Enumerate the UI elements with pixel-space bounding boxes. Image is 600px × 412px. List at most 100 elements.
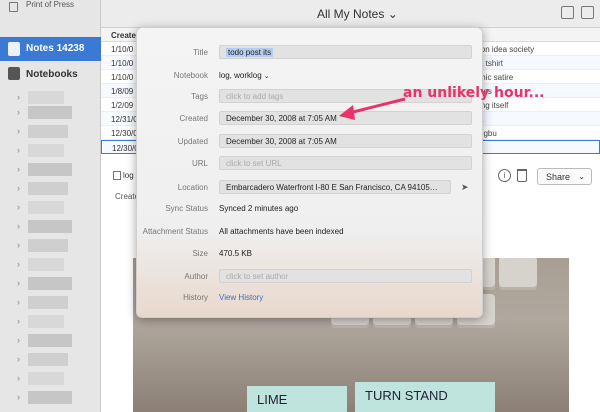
notebook-tag[interactable]: log (113, 171, 134, 180)
obscured-notebook-name[interactable] (28, 91, 64, 104)
row-created-date: 12/30/0 (111, 129, 138, 138)
sidebar-notebooks-label: Notebooks (26, 69, 78, 80)
sync-status-value: Synced 2 minutes ago (219, 204, 299, 213)
row-created-date: 12/30/0 (112, 144, 139, 153)
obscured-notebook-name[interactable] (28, 125, 68, 138)
photo-key (499, 258, 537, 290)
notebook-icon (113, 171, 121, 180)
chevron-right-icon[interactable]: › (17, 240, 20, 250)
view-title-label: All My Notes (317, 7, 385, 21)
obscured-notebook-name[interactable] (28, 315, 64, 328)
title-field[interactable]: todo post its (219, 45, 472, 59)
toolbar: All My Notes ⌄ (101, 0, 600, 28)
chevron-right-icon[interactable]: › (17, 221, 20, 231)
share-button[interactable]: Share ⌄ (537, 168, 592, 185)
sticky-note: TURN STAND (355, 382, 495, 412)
annotation-arrow (339, 97, 406, 120)
row-created-date: 1/2/09 (111, 101, 134, 110)
notebook-label: Notebook (173, 71, 208, 80)
sticky-note: LIME (247, 386, 347, 412)
info-icon[interactable]: i (498, 169, 511, 182)
chevron-right-icon[interactable]: › (17, 278, 20, 288)
location-label: Location (177, 183, 208, 192)
location-arrow-icon[interactable]: ➤ (461, 182, 469, 193)
sync-status-label: Sync Status (165, 204, 208, 213)
chevron-right-icon[interactable]: › (17, 107, 20, 117)
card-view-icon[interactable] (561, 6, 574, 19)
obscured-notebook-name[interactable] (28, 391, 72, 404)
notebooks-icon (8, 67, 20, 80)
chevron-right-icon[interactable]: › (17, 373, 20, 383)
row-created-date: 1/10/0 (111, 73, 134, 82)
chevron-right-icon[interactable]: › (17, 316, 20, 326)
chevron-down-icon: ⌄ (578, 172, 585, 181)
share-label: Share (546, 172, 571, 182)
obscured-notebook-name[interactable] (28, 353, 68, 366)
title-label: Title (193, 48, 208, 57)
location-field[interactable]: Embarcadero Waterfront I-80 E San Franci… (219, 180, 451, 194)
updated-label: Updated (177, 137, 208, 146)
sidebar-item-notebooks[interactable]: Notebooks (0, 64, 101, 84)
sidebar: Print of Press Notes 14238 Notebooks › › ›… (0, 0, 101, 412)
chevron-right-icon[interactable]: › (17, 392, 20, 402)
notes-count: 14238 (56, 43, 85, 54)
row-created-date: 1/8/09 (111, 87, 134, 96)
size-label: Size (192, 249, 208, 258)
updated-field[interactable]: December 30, 2008 at 7:05 AM (219, 134, 472, 148)
annotation-arrowhead (339, 105, 355, 120)
chevron-right-icon[interactable]: › (17, 183, 20, 193)
chevron-right-icon[interactable]: › (17, 126, 20, 136)
sidebar-notes-label: Notes (26, 43, 54, 54)
url-label: URL (191, 159, 208, 168)
obscured-notebook-name[interactable] (28, 106, 72, 119)
list-view-icon[interactable] (581, 6, 594, 19)
url-field[interactable]: click to set URL (219, 156, 472, 170)
author-label: Author (184, 272, 208, 281)
obscured-notebook-name[interactable] (28, 258, 64, 271)
history-label: History (183, 293, 208, 302)
title-value: todo post its (226, 48, 274, 57)
obscured-notebook-name[interactable] (28, 334, 72, 347)
obscured-notebook-name[interactable] (28, 372, 64, 385)
obscured-notebook-name[interactable] (28, 220, 72, 233)
obscured-notebook-name[interactable] (28, 201, 64, 214)
size-value: 470.5 KB (219, 249, 252, 258)
obscured-notebook-name[interactable] (28, 182, 68, 195)
chevron-right-icon[interactable]: › (17, 297, 20, 307)
notebook-value: log, worklog (219, 71, 262, 80)
obscured-notebook-name[interactable] (28, 277, 72, 290)
obscured-notebook-name[interactable] (28, 239, 68, 252)
chevron-right-icon[interactable]: › (17, 164, 20, 174)
notebook-select[interactable]: log, worklog ⌄ (219, 71, 270, 80)
annotation-arrow-shaft (348, 97, 406, 115)
view-title[interactable]: All My Notes ⌄ (317, 7, 398, 21)
created-label: Created (179, 114, 208, 123)
chevron-right-icon[interactable]: › (17, 354, 20, 364)
row-title: ing itself (479, 101, 509, 110)
sidebar-item-notes[interactable]: Notes 14238 (0, 37, 101, 61)
chevron-right-icon[interactable]: › (17, 335, 20, 345)
row-created-date: 12/31/0 (111, 115, 138, 124)
chevron-down-icon: ⌄ (387, 7, 398, 21)
author-field[interactable]: click to set author (219, 269, 472, 283)
obscured-notebook-name[interactable] (28, 296, 68, 309)
notes-icon (8, 42, 20, 56)
sidebar-top-label: Print of Press (26, 0, 75, 9)
obscured-notebook-name[interactable] (28, 144, 64, 157)
trash-icon[interactable] (517, 169, 527, 182)
view-history-link[interactable]: View History (219, 293, 263, 302)
row-title: mic satire (479, 73, 514, 82)
chevron-down-icon: ⌄ (263, 73, 270, 80)
chevron-right-icon[interactable]: › (17, 202, 20, 212)
attachment-status-value: All attachments have been indexed (219, 227, 344, 236)
obscured-notebook-name[interactable] (28, 163, 72, 176)
chevron-right-icon[interactable]: › (17, 92, 20, 102)
chevron-right-icon[interactable]: › (17, 259, 20, 269)
chevron-right-icon[interactable]: › (17, 145, 20, 155)
row-created-date: 1/10/0 (111, 45, 134, 54)
notebook-tag-label: log (123, 171, 134, 180)
tags-label: Tags (191, 92, 208, 101)
annotation-text: an unlikely hour... (403, 85, 545, 101)
sidebar-top-item[interactable]: Print of Press (0, 0, 101, 14)
row-title: ion idea society (479, 45, 535, 54)
